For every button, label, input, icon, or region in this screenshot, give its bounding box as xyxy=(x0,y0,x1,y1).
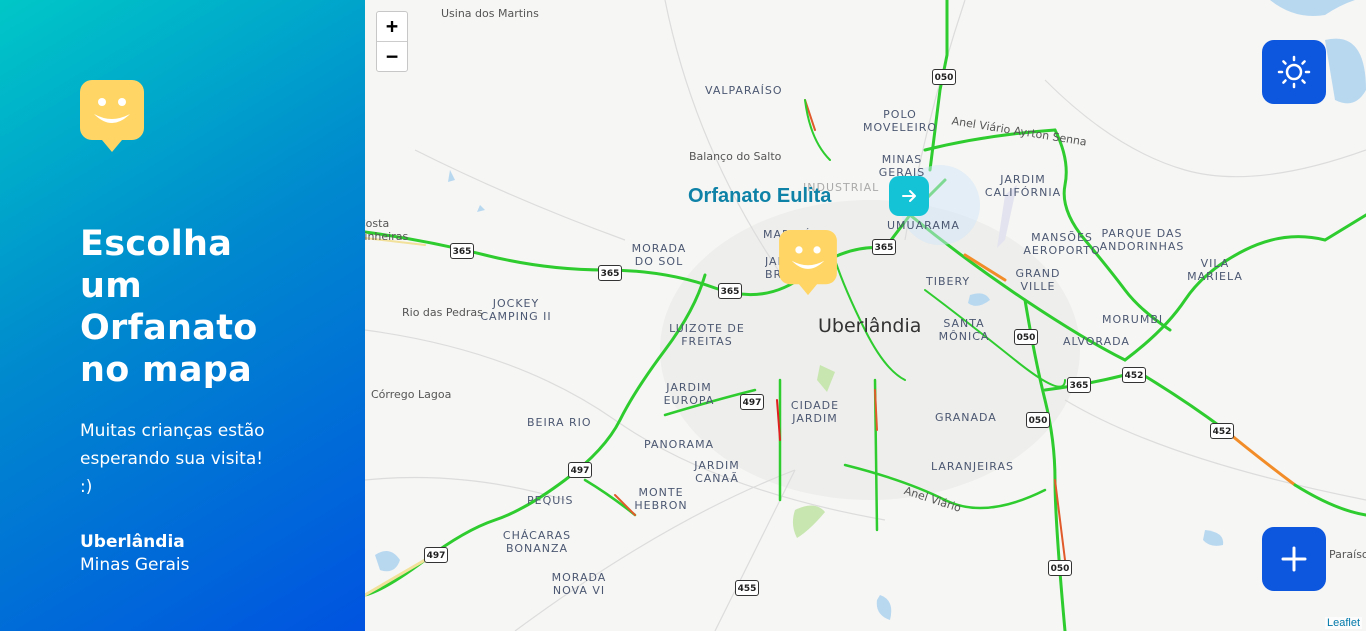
orphanage-marker[interactable] xyxy=(779,230,837,300)
smiley-marker-icon xyxy=(779,230,837,296)
map-label: Rio das Pedras xyxy=(402,306,483,319)
map-label: Córrego Lagoa xyxy=(371,388,452,401)
map-label: ALVORADA xyxy=(1063,335,1130,348)
map-label: VILA MARIELA xyxy=(1187,257,1243,283)
map-label: BEIRA RIO xyxy=(527,416,592,429)
map-label: Paraíso xyxy=(1329,548,1366,561)
map-label: Usina dos Martins xyxy=(441,7,539,20)
road-shield: 365 xyxy=(450,243,474,259)
arrow-right-icon xyxy=(902,190,916,202)
map-label: PANORAMA xyxy=(644,438,715,451)
map-label: JARDIM CANAÃ xyxy=(694,459,740,485)
theme-toggle-button[interactable] xyxy=(1262,40,1326,104)
add-orphanage-button[interactable] xyxy=(1262,527,1326,591)
road-shield: 497 xyxy=(568,462,592,478)
map-label: CHÁCARAS BONANZA xyxy=(502,529,572,555)
map-label: JOCKEY CAMPING II xyxy=(480,297,552,323)
road-shield: 452 xyxy=(1210,423,1234,439)
map-label: PEQUIS xyxy=(527,494,574,507)
zoom-control: + − xyxy=(376,11,408,72)
page-title: Escolha um Orfanato no mapa xyxy=(80,224,258,390)
sidebar: Escolha um Orfanato no mapa Muitas crian… xyxy=(0,0,365,631)
road-shield: 050 xyxy=(1026,412,1050,428)
road-shield: 050 xyxy=(932,69,956,85)
map-label: LUIZOTE DE FREITAS xyxy=(669,322,745,348)
attribution-link[interactable]: Leaflet xyxy=(1324,617,1362,629)
road-shield: 050 xyxy=(1014,329,1038,345)
map-label: SANTA MÔNICA xyxy=(938,317,990,343)
open-orphanage-button[interactable] xyxy=(889,176,929,216)
state-name: Minas Gerais xyxy=(80,555,190,575)
map-label: MORUMBI xyxy=(1102,313,1164,326)
road-shield: 497 xyxy=(740,394,764,410)
map-label: LARANJEIRAS xyxy=(931,460,1014,473)
map-label: GRANADA xyxy=(935,411,997,424)
orphanage-popup: Orfanato Eulita xyxy=(675,176,929,216)
map-label: JARDIM EUROPA xyxy=(663,381,715,407)
map-label: GRAND VILLE xyxy=(1015,267,1061,293)
map-label: POLO MOVELEIRO xyxy=(862,108,938,134)
map-label: CIDADE JARDIM xyxy=(790,399,840,425)
map-label: UMUARAMA xyxy=(887,219,960,232)
zoom-in-button[interactable]: + xyxy=(377,12,407,41)
road-shield: 365 xyxy=(872,239,896,255)
road-shield: 455 xyxy=(735,580,759,596)
map-label: TIBERY xyxy=(926,275,971,288)
map-label: JARDIM CALIFÓRNIA xyxy=(984,173,1062,199)
city-name: Uberlândia xyxy=(80,532,185,552)
map-label: MORADA NOVA VI xyxy=(551,571,607,597)
road-shield: 365 xyxy=(718,283,742,299)
map-label: MONTE HEBRON xyxy=(634,486,688,512)
location: Uberlândia Minas Gerais xyxy=(80,531,365,577)
map-label: Costa Pinheiras xyxy=(365,217,409,243)
road-shield: 365 xyxy=(598,265,622,281)
map[interactable]: Usina dos Martins VALPARAÍSO POLO MOVELE… xyxy=(365,0,1366,631)
smiley-marker-logo-icon xyxy=(80,80,144,153)
sun-icon xyxy=(1277,55,1311,89)
road-shield: 452 xyxy=(1122,367,1146,383)
plus-icon xyxy=(1281,546,1307,572)
road-shield: 050 xyxy=(1048,560,1072,576)
city-label: Uberlândia xyxy=(818,315,922,337)
zoom-out-button[interactable]: − xyxy=(377,41,407,71)
orphanage-name: Orfanato Eulita xyxy=(688,184,832,207)
road-shield: 365 xyxy=(1067,377,1091,393)
map-label: MORADA DO SOL xyxy=(631,242,687,268)
subtitle: Muitas crianças estão esperando sua visi… xyxy=(80,421,265,497)
road-shield: 497 xyxy=(424,547,448,563)
map-label: Balanço do Salto xyxy=(689,150,782,163)
map-label: VALPARAÍSO xyxy=(705,84,783,97)
map-label: PARQUE DAS ANDORINHAS xyxy=(1099,227,1185,253)
map-label: MANSÕES AEROPORTO xyxy=(1023,231,1101,257)
